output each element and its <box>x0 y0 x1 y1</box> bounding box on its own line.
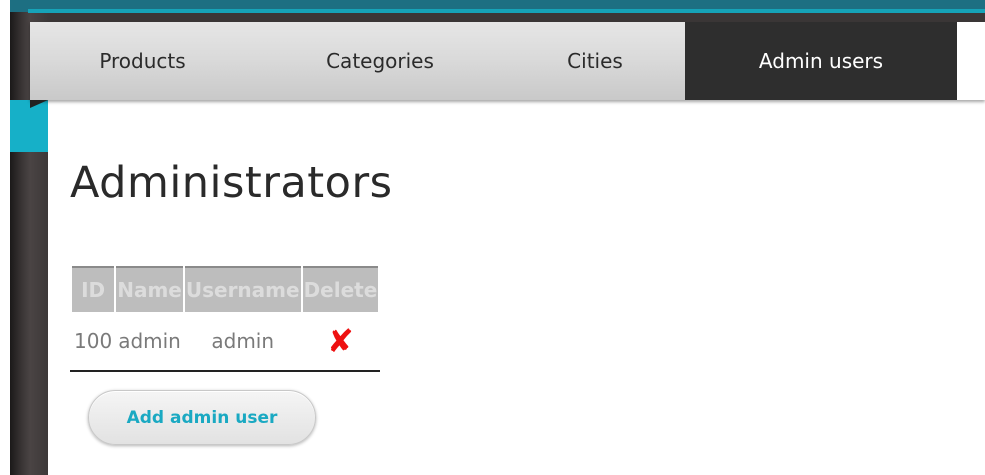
nav-overflow-space <box>957 22 985 100</box>
tab-cities[interactable]: Cities <box>505 22 685 100</box>
cell-id: 100 <box>74 329 113 353</box>
frame-accent-line <box>28 9 985 13</box>
table-header-row: ID Name Username Delete <box>72 266 379 312</box>
add-admin-user-button[interactable]: Add admin user <box>88 390 316 445</box>
column-header-name: Name <box>116 266 183 312</box>
column-header-username: Username <box>184 266 301 312</box>
cell-username: admin <box>211 329 275 353</box>
cell-name: admin <box>118 329 181 353</box>
tab-categories[interactable]: Categories <box>255 22 505 100</box>
main-nav: Products Categories Cities Admin users <box>30 22 985 100</box>
tab-products[interactable]: Products <box>30 22 255 100</box>
nav-notch <box>30 100 48 108</box>
admin-page: Products Categories Cities Admin users A… <box>0 0 985 475</box>
window-edge <box>0 0 10 475</box>
admin-users-table: ID Name Username Delete 100 admin admin … <box>70 266 381 372</box>
column-header-delete: Delete <box>302 266 379 312</box>
cell-delete: ✘ <box>303 312 379 370</box>
tab-admin-users[interactable]: Admin users <box>685 22 957 100</box>
page-title: Administrators <box>70 158 393 208</box>
table-row: 100 admin admin ✘ <box>72 312 378 370</box>
column-header-id: ID <box>72 266 115 312</box>
red-x-icon[interactable]: ✘ <box>327 322 354 360</box>
